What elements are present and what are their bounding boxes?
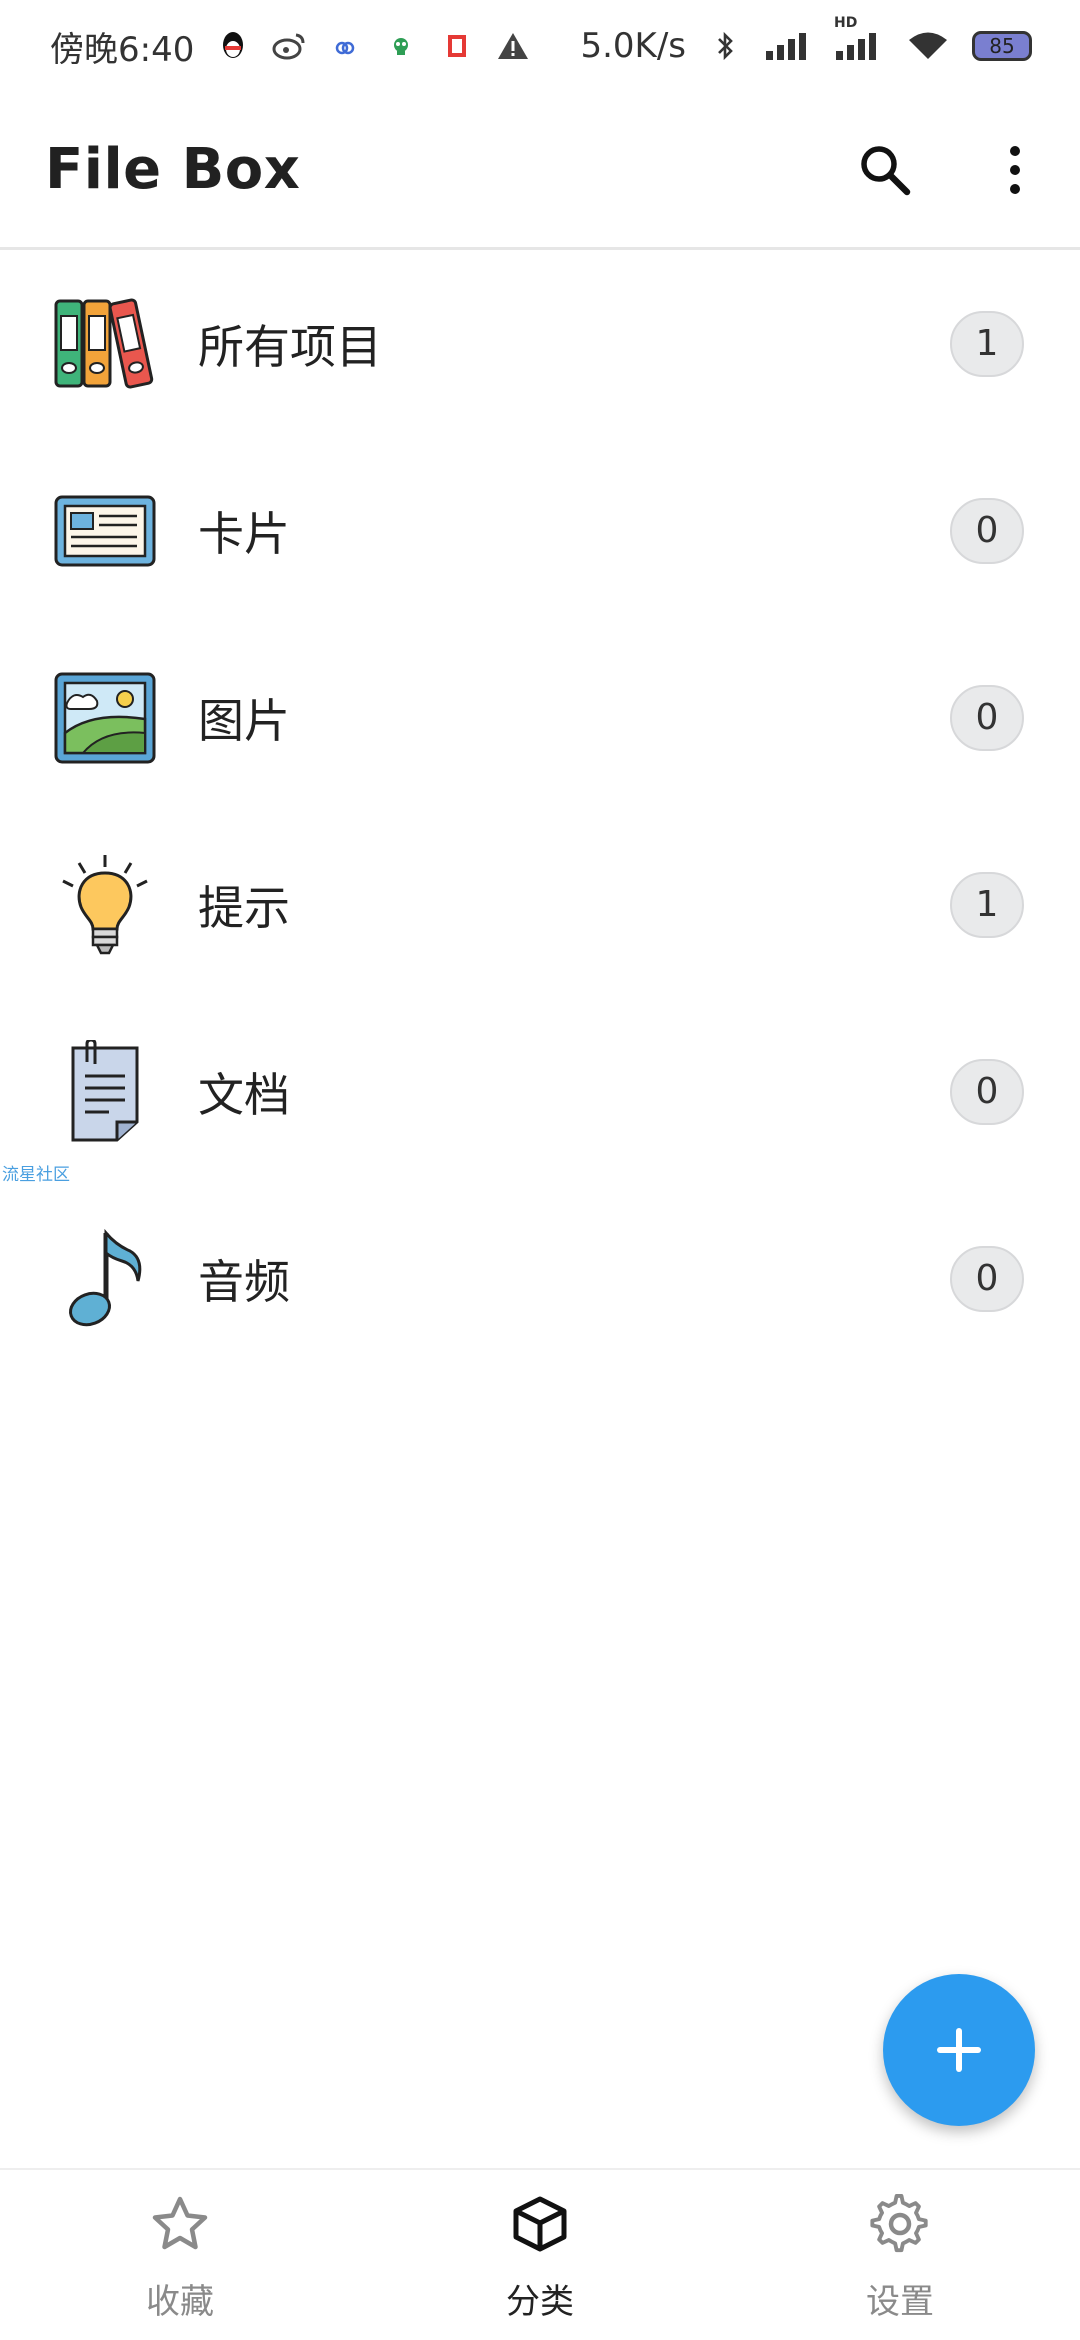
category-item-all[interactable]: 所有项目 1 — [0, 250, 1080, 437]
watermark: 流星社区 — [2, 1165, 70, 1185]
app-notification-icon — [328, 29, 362, 63]
alien-notification-icon — [384, 29, 418, 63]
document-icon — [50, 1037, 160, 1147]
bluetooth-icon — [708, 29, 742, 63]
category-item-tips[interactable]: 提示 1 — [0, 811, 1080, 998]
category-item-audio[interactable]: 音频 0 — [0, 1185, 1080, 1372]
more-vertical-icon — [1010, 145, 1020, 194]
seal-notification-icon — [440, 29, 474, 63]
category-label: 提示 — [198, 880, 290, 935]
nav-label: 分类 — [506, 2282, 574, 2322]
add-button[interactable] — [883, 1974, 1035, 2126]
category-label: 音频 — [198, 1254, 290, 1309]
nav-settings[interactable]: 设置 — [720, 2170, 1080, 2340]
net-speed: 5.0K/s — [580, 26, 686, 66]
signal-hd-icon: HD — [834, 15, 884, 63]
status-bar: 傍晚6:40 5.0K/s HD 85 — [0, 0, 1080, 92]
nav-label: 收藏 — [146, 2282, 214, 2322]
battery-indicator: 85 — [972, 31, 1032, 61]
warning-icon — [496, 29, 530, 63]
hd-label: HD — [834, 15, 858, 31]
category-item-documents[interactable]: 文档 0 — [0, 998, 1080, 1185]
weibo-notification-icon — [272, 29, 306, 63]
card-icon — [50, 476, 160, 586]
plus-icon — [937, 2028, 981, 2072]
star-icon — [148, 2192, 212, 2256]
box-icon — [508, 2192, 572, 2256]
nav-categories[interactable]: 分类 — [360, 2170, 720, 2340]
app-bar: File Box — [0, 92, 1080, 250]
binders-icon — [50, 289, 160, 399]
category-item-pictures[interactable]: 图片 0 — [0, 624, 1080, 811]
search-button[interactable] — [850, 135, 920, 205]
category-item-cards[interactable]: 卡片 0 — [0, 437, 1080, 624]
count-badge: 0 — [950, 497, 1024, 564]
status-left: 傍晚6:40 — [50, 22, 530, 71]
status-time: 傍晚6:40 — [50, 29, 195, 70]
lightbulb-icon — [50, 850, 160, 960]
count-badge: 0 — [950, 684, 1024, 751]
search-icon — [861, 145, 911, 195]
category-label: 卡片 — [198, 506, 290, 561]
nav-label: 设置 — [866, 2282, 934, 2322]
app-actions — [850, 135, 1050, 205]
signal-icon — [764, 29, 812, 63]
category-label: 图片 — [198, 693, 290, 748]
nav-favorites[interactable]: 收藏 — [0, 2170, 360, 2340]
music-note-icon — [50, 1224, 160, 1334]
category-label: 所有项目 — [198, 319, 382, 374]
wifi-icon — [906, 29, 950, 63]
category-label: 文档 — [198, 1067, 290, 1122]
picture-icon — [50, 663, 160, 773]
count-badge: 0 — [950, 1058, 1024, 1125]
count-badge: 0 — [950, 1245, 1024, 1312]
count-badge: 1 — [950, 310, 1024, 377]
more-options-button[interactable] — [980, 135, 1050, 205]
count-badge: 1 — [950, 871, 1024, 938]
app-title: File Box — [45, 137, 301, 202]
status-right: 5.0K/s HD 85 — [580, 15, 1032, 66]
gear-icon — [868, 2192, 932, 2256]
qq-notification-icon — [216, 29, 250, 63]
bottom-nav: 收藏 分类 设置 — [0, 2168, 1080, 2340]
category-list: 所有项目 1 卡片 0 图片 0 提示 1 文档 0 音频 0 — [0, 250, 1080, 1372]
